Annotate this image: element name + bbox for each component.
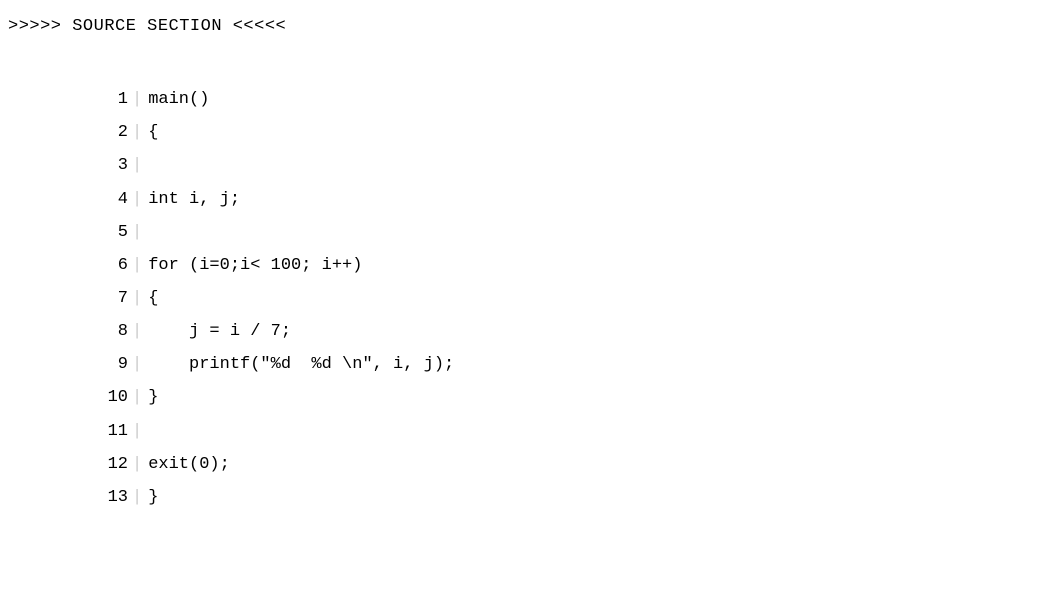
code-line: 13 | } (98, 481, 1052, 514)
line-number: 8 (98, 315, 128, 348)
code-line: 1 | main() (98, 83, 1052, 116)
code-line: 11 | (98, 415, 1052, 448)
gutter-separator: | (132, 315, 142, 348)
line-number: 11 (98, 415, 128, 448)
gutter-separator: | (132, 448, 142, 481)
line-number: 10 (98, 381, 128, 414)
section-header: >>>>> SOURCE SECTION <<<<< (8, 10, 1052, 43)
code-text: for (i=0;i< 100; i++) (148, 249, 362, 282)
gutter-separator: | (132, 348, 142, 381)
gutter-separator: | (132, 481, 142, 514)
code-line: 7 | { (98, 282, 1052, 315)
code-text: } (148, 381, 158, 414)
code-text: exit(0); (148, 448, 230, 481)
gutter-separator: | (132, 149, 142, 182)
code-line: 3 | (98, 149, 1052, 182)
gutter-separator: | (132, 415, 142, 448)
gutter-separator: | (132, 116, 142, 149)
line-number: 9 (98, 348, 128, 381)
line-number: 2 (98, 116, 128, 149)
line-number: 13 (98, 481, 128, 514)
code-line: 12 | exit(0); (98, 448, 1052, 481)
line-number: 7 (98, 282, 128, 315)
line-number: 12 (98, 448, 128, 481)
line-number: 6 (98, 249, 128, 282)
code-line: 6 | for (i=0;i< 100; i++) (98, 249, 1052, 282)
code-line: 5 | (98, 216, 1052, 249)
line-number: 4 (98, 183, 128, 216)
code-text: } (148, 481, 158, 514)
gutter-separator: | (132, 381, 142, 414)
code-text: j = i / 7; (148, 315, 291, 348)
gutter-separator: | (132, 183, 142, 216)
code-line: 2 | { (98, 116, 1052, 149)
gutter-separator: | (132, 216, 142, 249)
line-number: 3 (98, 149, 128, 182)
code-text: { (148, 116, 158, 149)
code-text: main() (148, 83, 209, 116)
code-line: 4 | int i, j; (98, 183, 1052, 216)
code-text: { (148, 282, 158, 315)
line-number: 1 (98, 83, 128, 116)
code-line: 8 | j = i / 7; (98, 315, 1052, 348)
gutter-separator: | (132, 83, 142, 116)
code-text: printf("%d %d \n", i, j); (148, 348, 454, 381)
line-number: 5 (98, 216, 128, 249)
code-text: int i, j; (148, 183, 240, 216)
gutter-separator: | (132, 249, 142, 282)
source-code-block: 1 | main() 2 | { 3 | 4 | int i, j; 5 | 6… (8, 83, 1052, 514)
code-line: 10 | } (98, 381, 1052, 414)
gutter-separator: | (132, 282, 142, 315)
code-line: 9 | printf("%d %d \n", i, j); (98, 348, 1052, 381)
